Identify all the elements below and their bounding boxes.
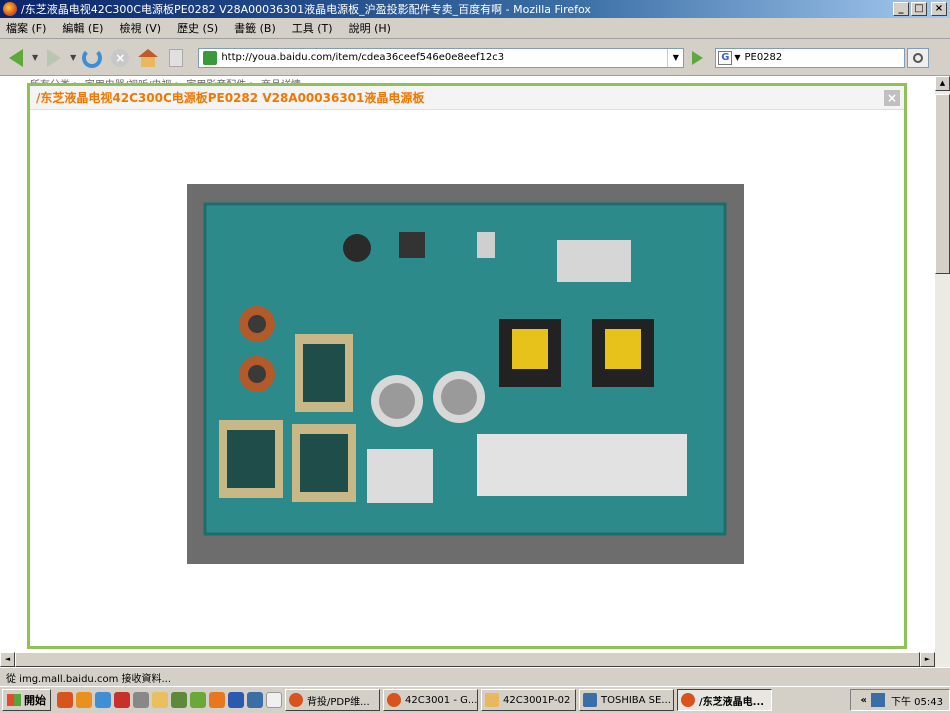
page-content: 所有分类 > 家用电器/视听/电视 > 家用影音配件 > 商品详情 /东芝液晶电… xyxy=(0,76,935,652)
firefox-icon xyxy=(289,693,303,707)
clock[interactable]: 下午 05:43 xyxy=(891,693,943,708)
windows-logo-icon xyxy=(7,694,21,706)
quicklaunch-paint-icon[interactable] xyxy=(171,692,187,708)
horizontal-scroll-thumb[interactable] xyxy=(15,652,920,667)
search-button[interactable] xyxy=(907,47,930,68)
quicklaunch-hat-icon[interactable] xyxy=(133,692,149,708)
taskbar-item-label: 背投/PDP维... xyxy=(307,696,370,708)
stop-button[interactable]: × xyxy=(108,46,132,70)
document-icon xyxy=(583,693,597,707)
site-favicon-icon xyxy=(203,50,218,65)
firefox-icon xyxy=(3,2,17,16)
scroll-up-icon[interactable]: ▲ xyxy=(935,76,950,91)
window-title: /东芝液晶电视42C300C电源板PE0282 V28A00036301液晶电源… xyxy=(21,3,591,16)
home-button[interactable] xyxy=(136,46,160,70)
reload-icon xyxy=(82,47,103,68)
search-input[interactable]: PE0282 xyxy=(744,52,904,63)
quicklaunch-star-icon[interactable] xyxy=(114,692,130,708)
folder-icon xyxy=(485,693,499,707)
quicklaunch-ie-icon[interactable] xyxy=(95,692,111,708)
url-text[interactable]: http://youa.baidu.com/item/cdea36ceef546… xyxy=(221,52,667,63)
back-history-dropdown-icon[interactable]: ▼ xyxy=(32,53,38,62)
firefox-icon xyxy=(681,693,695,707)
taskbar: 開始 背投/PDP维... 42C3001 - G... 42C3001P-02… xyxy=(0,686,950,713)
forward-history-dropdown-icon[interactable]: ▼ xyxy=(70,53,76,62)
page-icon-button[interactable] xyxy=(164,46,188,70)
address-bar[interactable]: http://youa.baidu.com/item/cdea36ceef546… xyxy=(198,47,685,68)
quicklaunch-folder-icon[interactable] xyxy=(152,692,168,708)
modal-close-button[interactable]: × xyxy=(884,89,900,106)
maximize-button[interactable]: □ xyxy=(911,2,927,16)
menu-bookmarks[interactable]: 書籤 (B) xyxy=(234,20,276,36)
navigation-toolbar: ▼ ▼ × http://youa.baidu.com/item/cdea36c… xyxy=(0,40,950,76)
horizontal-scrollbar[interactable]: ◄ ► xyxy=(0,652,950,667)
search-box[interactable]: G ▼ PE0282 xyxy=(715,47,906,68)
taskbar-item-label: TOSHIBA SE... xyxy=(601,694,671,706)
taskbar-item-label: 42C3001 - G... xyxy=(405,694,478,706)
circuit-board-image xyxy=(187,184,744,564)
tray-expand-icon[interactable]: « xyxy=(861,695,867,706)
menu-file[interactable]: 檔案 (F) xyxy=(6,20,46,36)
vertical-scroll-thumb[interactable] xyxy=(935,94,950,274)
status-bar: 從 img.mall.baidu.com 接收資料... xyxy=(0,667,950,686)
start-button[interactable]: 開始 xyxy=(2,689,51,711)
system-tray: « 下午 05:43 xyxy=(850,689,950,711)
firefox-icon xyxy=(387,693,401,707)
taskbar-item[interactable]: 42C3001P-02 xyxy=(481,689,576,711)
back-arrow-icon xyxy=(9,48,23,67)
menu-history[interactable]: 歷史 (S) xyxy=(177,20,218,36)
back-button[interactable] xyxy=(4,46,28,70)
modal-title: /东芝液晶电视42C300C电源板PE0282 V28A00036301液晶电源… xyxy=(36,91,425,105)
scroll-right-icon[interactable]: ► xyxy=(920,652,935,667)
minimize-button[interactable]: _ xyxy=(893,2,909,16)
quicklaunch-tool-icon[interactable] xyxy=(190,692,206,708)
menu-tools[interactable]: 工具 (T) xyxy=(292,20,333,36)
reload-button[interactable] xyxy=(80,46,104,70)
forward-arrow-icon xyxy=(47,48,62,67)
forward-button[interactable] xyxy=(42,46,66,70)
quicklaunch-browser-icon[interactable] xyxy=(76,692,92,708)
menu-view[interactable]: 檢視 (V) xyxy=(119,20,161,36)
quicklaunch-word-icon[interactable] xyxy=(228,692,244,708)
menu-edit[interactable]: 編輯 (E) xyxy=(62,20,103,36)
title-bar: /东芝液晶电视42C300C电源板PE0282 V28A00036301液晶电源… xyxy=(0,0,950,18)
taskbar-item[interactable]: 背投/PDP维... xyxy=(285,689,380,711)
scroll-left-icon[interactable]: ◄ xyxy=(0,652,15,667)
taskbar-item[interactable]: TOSHIBA SE... xyxy=(579,689,674,711)
image-modal: /东芝液晶电视42C300C电源板PE0282 V28A00036301液晶电源… xyxy=(27,83,907,649)
page-icon xyxy=(169,48,184,67)
taskbar-item-label: /东芝液晶电... xyxy=(699,696,765,708)
menu-bar: 檔案 (F) 編輯 (E) 檢視 (V) 歷史 (S) 書籤 (B) 工具 (T… xyxy=(0,18,950,39)
taskbar-item[interactable]: 42C3001 - G... xyxy=(383,689,478,711)
product-photo xyxy=(187,184,744,564)
network-icon[interactable] xyxy=(871,693,885,707)
status-text: 從 img.mall.baidu.com 接收資料... xyxy=(6,673,172,685)
taskbar-item-active[interactable]: /东芝液晶电... xyxy=(677,689,772,711)
search-icon xyxy=(913,52,924,63)
home-icon xyxy=(138,48,159,67)
url-dropdown-icon[interactable]: ▼ xyxy=(667,48,683,67)
taskbar-item-label: 42C3001P-02 xyxy=(503,694,571,706)
modal-header: /东芝液晶电视42C300C电源板PE0282 V28A00036301液晶电源… xyxy=(30,86,904,110)
vertical-scrollbar[interactable]: ▲ xyxy=(935,76,950,652)
quicklaunch-app-icon[interactable] xyxy=(247,692,263,708)
search-engine-icon[interactable]: G xyxy=(718,50,733,65)
quicklaunch-media-icon[interactable] xyxy=(209,692,225,708)
search-engine-dropdown-icon[interactable]: ▼ xyxy=(734,53,740,62)
start-label: 開始 xyxy=(24,694,46,707)
close-button[interactable]: × xyxy=(931,2,947,16)
quicklaunch-doc-icon[interactable] xyxy=(266,692,282,708)
menu-help[interactable]: 說明 (H) xyxy=(349,20,391,36)
quicklaunch-firefox-icon[interactable] xyxy=(57,692,73,708)
go-button[interactable] xyxy=(692,50,704,65)
stop-icon: × xyxy=(111,48,130,67)
